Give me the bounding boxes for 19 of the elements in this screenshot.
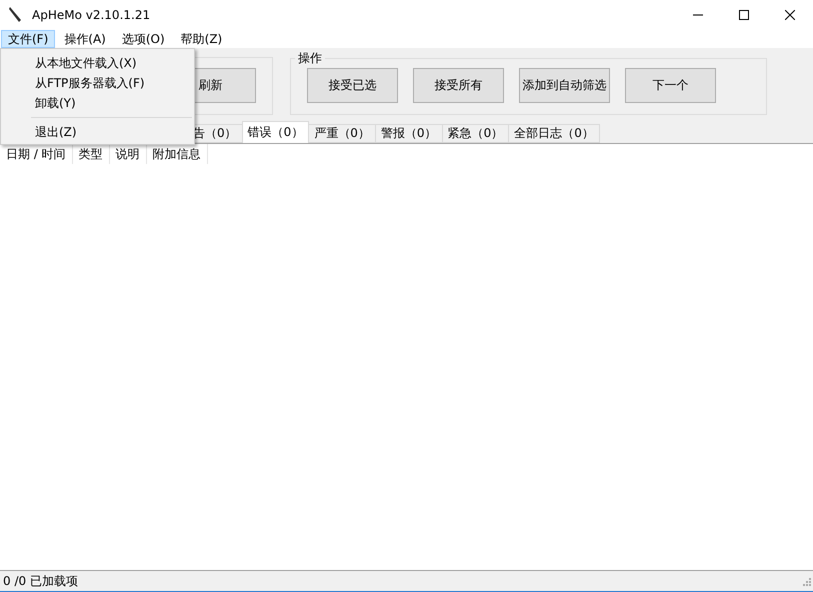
action-button[interactable]: 接受所有 bbox=[413, 68, 504, 103]
window-title: ApHeMo v2.10.1.21 bbox=[32, 8, 150, 22]
tab[interactable]: 严重（0） bbox=[308, 124, 376, 143]
menu-item[interactable]: 文件(F) bbox=[1, 30, 56, 48]
tab[interactable]: 全部日志（0） bbox=[508, 124, 600, 143]
group-title: 操作 bbox=[297, 50, 323, 67]
tab[interactable]: 错误（0） bbox=[242, 121, 310, 143]
maximize-icon bbox=[739, 10, 749, 20]
close-icon bbox=[785, 10, 795, 20]
resize-grip-icon[interactable] bbox=[801, 576, 811, 586]
menu-item[interactable]: 选项(O) bbox=[114, 30, 172, 48]
menu-item[interactable]: 帮助(Z) bbox=[174, 30, 230, 48]
tab[interactable]: 警报（0） bbox=[374, 124, 443, 143]
action-button[interactable]: 下一个 bbox=[625, 68, 716, 103]
status-text: 0 /0 已加载项 bbox=[2, 572, 78, 590]
action-button[interactable]: 接受已选 bbox=[307, 68, 398, 103]
menu-item[interactable]: 操作(A) bbox=[57, 30, 113, 48]
tab[interactable]: 紧急（0） bbox=[442, 124, 510, 143]
action-button[interactable]: 添加到自动筛选 bbox=[519, 68, 610, 103]
